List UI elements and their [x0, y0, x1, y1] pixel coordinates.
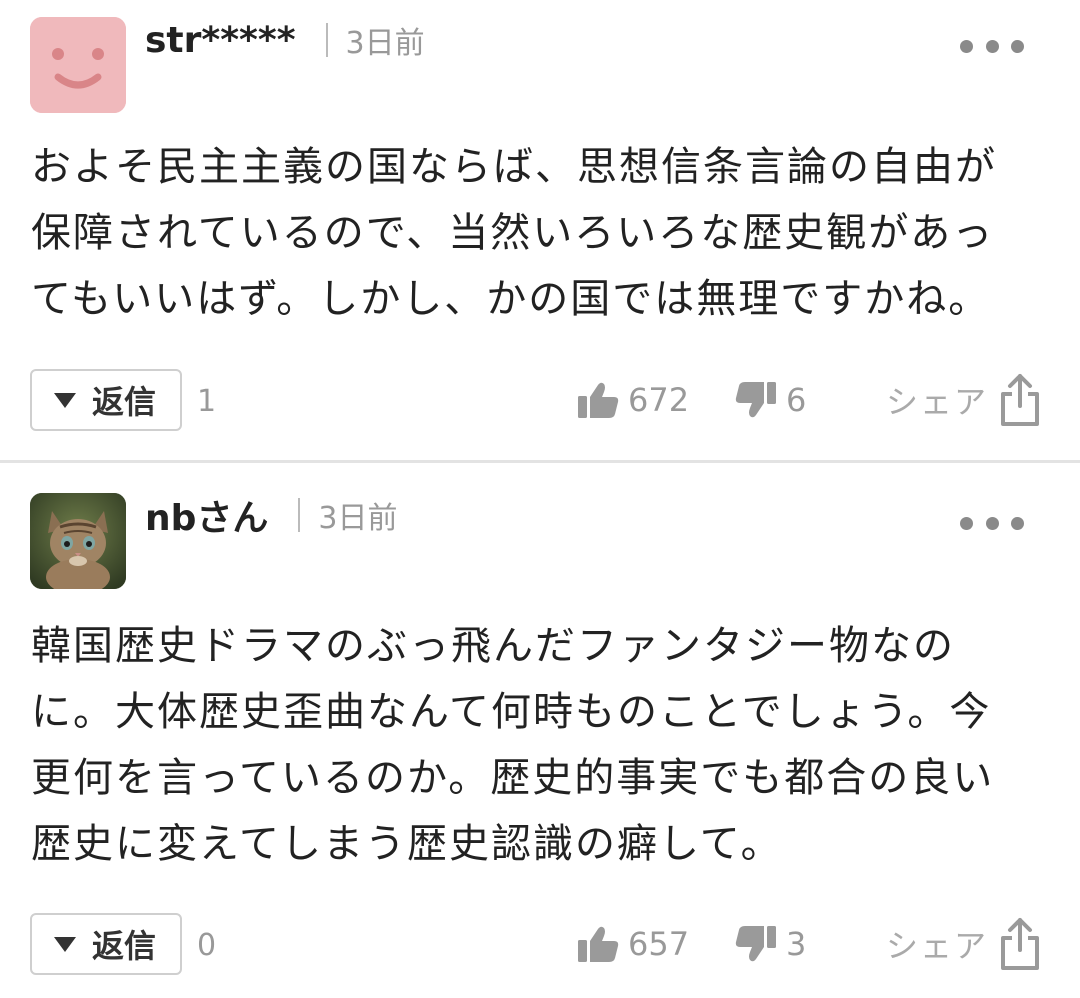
share-label: シェア [886, 383, 989, 421]
comment-meta: nbさん 3日前 [145, 493, 398, 539]
timestamp: 3日前 [318, 501, 398, 536]
reply-button[interactable]: 返信 [30, 369, 182, 431]
comment-body-line: 歴史に変えてしまう歴史認識の癖して。 [31, 821, 783, 867]
thumbs-up-icon [578, 926, 619, 962]
more-dots-icon[interactable] [960, 513, 1024, 533]
timestamp: 3日前 [345, 26, 425, 61]
kitten-avatar-icon [30, 493, 126, 589]
thumbs-down-icon [735, 926, 776, 962]
divider [325, 23, 328, 57]
more-dots-icon[interactable] [960, 36, 1024, 56]
comment-item: str***** 3日前 およそ民主主義の国ならば、思想信条言論の自由が 保障さ… [0, 0, 1080, 460]
triangle-down-icon [54, 392, 76, 408]
share-button[interactable]: シェア [886, 372, 1042, 428]
comment-item: nbさん 3日前 韓国歴史ドラマのぶっ飛んだファンタジー物なの に。大体歴史歪曲… [0, 463, 1080, 998]
comment-body-line: 更何を言っているのか。歴史的事実でも都合の良い [31, 755, 995, 801]
comment-body-line: およそ民主主義の国ならば、思想信条言論の自由が [31, 144, 997, 190]
username[interactable]: nbさん [145, 489, 268, 541]
like-button[interactable]: 657 [576, 916, 689, 972]
thumbs-up-icon [578, 382, 619, 418]
reply-label: 返信 [92, 383, 157, 421]
reply-button[interactable]: 返信 [30, 913, 182, 975]
divider [298, 498, 301, 532]
comment-body-line: 韓国歴史ドラマのぶっ飛んだファンタジー物なの [31, 623, 955, 669]
comment-meta: str***** 3日前 [145, 18, 425, 62]
dislike-count: 3 [786, 925, 807, 963]
share-icon [1001, 918, 1040, 970]
share-label: シェア [886, 927, 989, 965]
avatar[interactable] [30, 493, 126, 589]
like-button[interactable]: 672 [576, 372, 689, 428]
smiley-icon [30, 17, 126, 113]
reply-label: 返信 [92, 927, 157, 965]
comment-actions: 657 3 シェア [576, 916, 1046, 972]
share-icon [1001, 374, 1040, 426]
thumbs-down-icon [735, 382, 776, 418]
dislike-button[interactable]: 3 [734, 916, 806, 972]
reply-count: 0 [197, 928, 217, 963]
triangle-down-icon [54, 936, 76, 952]
dislike-count: 6 [786, 381, 807, 419]
comment-body-line: 保障されているので、当然いろいろな歴史観があっ [31, 210, 995, 256]
comment-body-line: に。大体歴史歪曲なんて何時ものことでしょう。今 [31, 689, 992, 735]
comment-body-line: てもいいはず。しかし、かの国では無理ですかね。 [31, 276, 991, 322]
avatar[interactable] [30, 17, 126, 113]
comment-body: 韓国歴史ドラマのぶっ飛んだファンタジー物なの に。大体歴史歪曲なんて何時ものこと… [31, 613, 1031, 877]
share-button[interactable]: シェア [886, 916, 1042, 972]
reply-count: 1 [197, 384, 217, 419]
dislike-button[interactable]: 6 [734, 372, 806, 428]
like-count: 657 [628, 925, 690, 963]
username[interactable]: str***** [145, 20, 296, 61]
comment-actions: 672 6 シェア [576, 372, 1046, 428]
comment-body: およそ民主主義の国ならば、思想信条言論の自由が 保障されているので、当然いろいろ… [31, 134, 1031, 332]
like-count: 672 [628, 381, 690, 419]
